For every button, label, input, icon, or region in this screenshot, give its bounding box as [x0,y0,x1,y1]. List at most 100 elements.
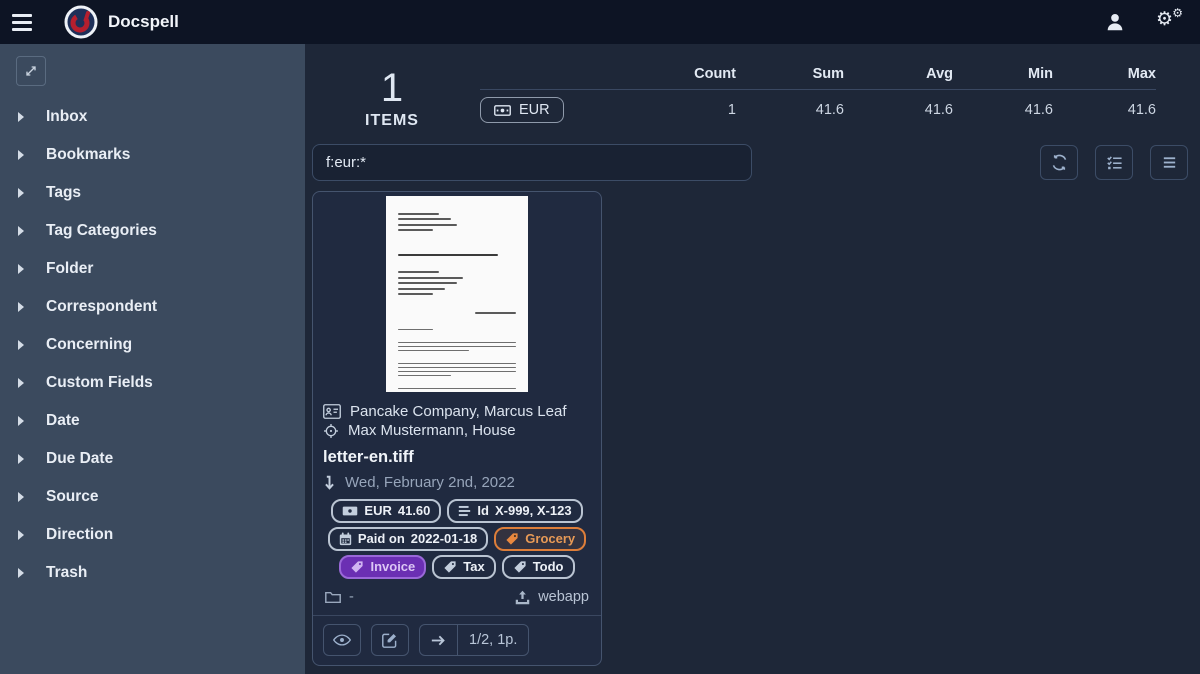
settings-gears-icon[interactable]: ⚙⚙ [1156,10,1182,34]
stats-summary: 1 ITEMS Count Sum Avg Min Max EUR [312,58,1200,130]
tag-badge-tax[interactable]: Tax [432,555,495,579]
sidebar-item-correspondent[interactable]: Correspondent [0,288,305,326]
caret-right-icon [18,378,24,388]
stat-max-value: 41.6 [1053,102,1156,118]
caret-right-icon [18,264,24,274]
sidebar-item-source[interactable]: Source [0,478,305,516]
address-card-icon [323,404,341,419]
sidebar-item-date[interactable]: Date [0,402,305,440]
main-content: 1 ITEMS Count Sum Avg Min Max EUR [305,44,1200,674]
edit-icon [382,632,398,648]
tag-icon [505,532,519,546]
search-bar [312,144,1188,181]
eye-icon [333,633,351,647]
correspondent-text: Pancake Company, Marcus Leaf [350,403,567,420]
column-header-max: Max [1053,66,1156,82]
column-header-count: Count [628,66,736,82]
source-value: webapp [538,589,589,605]
search-input[interactable] [312,144,752,181]
edit-button[interactable] [371,624,409,656]
table-row: EUR 1 41.6 41.6 41.6 41.6 [480,90,1156,130]
calendar-icon [339,532,352,546]
align-lines-icon [458,505,471,517]
tag-category-badge[interactable]: Grocery [494,527,586,551]
stat-min-value: 41.6 [953,102,1053,118]
sidebar-item-tag-categories[interactable]: Tag Categories [0,212,305,250]
sidebar-item-concerning[interactable]: Concerning [0,326,305,364]
sidebar-item-trash[interactable]: Trash [0,554,305,592]
money-bill-icon [342,505,358,517]
column-header-min: Min [953,66,1053,82]
page-indicator: 1/2, 1p. [458,625,528,655]
stat-avg-value: 41.6 [844,102,953,118]
card-footer: 1/2, 1p. [313,615,601,665]
top-navbar: Docspell ⚙⚙ [0,0,1200,44]
item-count-label: ITEMS [312,112,472,130]
expand-sidebar-button[interactable] [16,56,46,86]
sidebar-item-tags[interactable]: Tags [0,174,305,212]
amount-value: 41.60 [398,502,431,520]
paid-on-value: 2022-01-18 [411,530,478,548]
caret-right-icon [18,302,24,312]
caret-right-icon [18,492,24,502]
folder-icon [325,591,341,604]
source-info: webapp [515,589,589,605]
amount-badge[interactable]: EUR 41.60 [331,499,441,523]
concerning-text: Max Mustermann, House [348,422,516,439]
preview-button[interactable] [323,624,361,656]
caret-right-icon [18,416,24,426]
next-page-button[interactable] [420,625,458,655]
paid-on-badge[interactable]: Paid on 2022-01-18 [328,527,488,551]
menu-bars-button[interactable] [1150,145,1188,180]
sidebar-item-custom-fields[interactable]: Custom Fields [0,364,305,402]
document-thumbnail[interactable] [313,192,601,392]
arrow-right-icon [431,634,446,647]
sidebar-item-inbox[interactable]: Inbox [0,98,305,136]
refresh-icon [1051,154,1068,171]
app-title: Docspell [108,12,179,32]
document-page-preview [386,196,528,392]
correspondent-line: Pancake Company, Marcus Leaf [323,403,591,420]
item-count: 1 [312,66,472,110]
tag-icon [350,560,364,574]
tag-badge-invoice[interactable]: Invoice [339,555,426,579]
sidebar-item-due-date[interactable]: Due Date [0,440,305,478]
item-card: Pancake Company, Marcus Leaf Max Musterm… [312,191,602,666]
upload-icon [515,590,530,605]
expand-arrows-icon [23,63,39,79]
arrow-down-icon [323,475,336,491]
docspell-logo-icon [64,5,98,39]
tasks-list-icon [1106,154,1123,171]
caret-right-icon [18,112,24,122]
currency-badge[interactable]: EUR [480,97,564,123]
caret-right-icon [18,226,24,236]
id-value: X-999, X-123 [495,502,572,520]
tag-icon [513,560,527,574]
caret-right-icon [18,454,24,464]
sidebar-item-folder[interactable]: Folder [0,250,305,288]
currency-stats-table: Count Sum Avg Min Max EUR 1 41.6 41 [480,58,1156,130]
tag-icon [443,560,457,574]
caret-right-icon [18,568,24,578]
user-icon[interactable] [1104,11,1126,33]
column-header-sum: Sum [736,66,844,82]
caret-right-icon [18,340,24,350]
item-name[interactable]: letter-en.tiff [323,448,591,467]
tag-badge-todo[interactable]: Todo [502,555,575,579]
item-date-line: Wed, February 2nd, 2022 [323,474,591,491]
stat-count-value: 1 [628,102,736,118]
select-mode-button[interactable] [1095,145,1133,180]
caret-right-icon [18,150,24,160]
folder-source-row: - webapp [313,579,601,613]
refresh-button[interactable] [1040,145,1078,180]
menu-icon[interactable] [12,8,40,36]
badges-section: EUR 41.60 Id X-999, X-123 Paid on [323,499,591,579]
item-date-text: Wed, February 2nd, 2022 [345,474,515,491]
column-header-avg: Avg [844,66,953,82]
sidebar-item-bookmarks[interactable]: Bookmarks [0,136,305,174]
caret-right-icon [18,188,24,198]
sidebar-item-direction[interactable]: Direction [0,516,305,554]
custom-field-id-badge[interactable]: Id X-999, X-123 [447,499,582,523]
sidebar: Inbox Bookmarks Tags Tag Categories Fold… [0,44,305,674]
folder-value: - [349,589,354,605]
